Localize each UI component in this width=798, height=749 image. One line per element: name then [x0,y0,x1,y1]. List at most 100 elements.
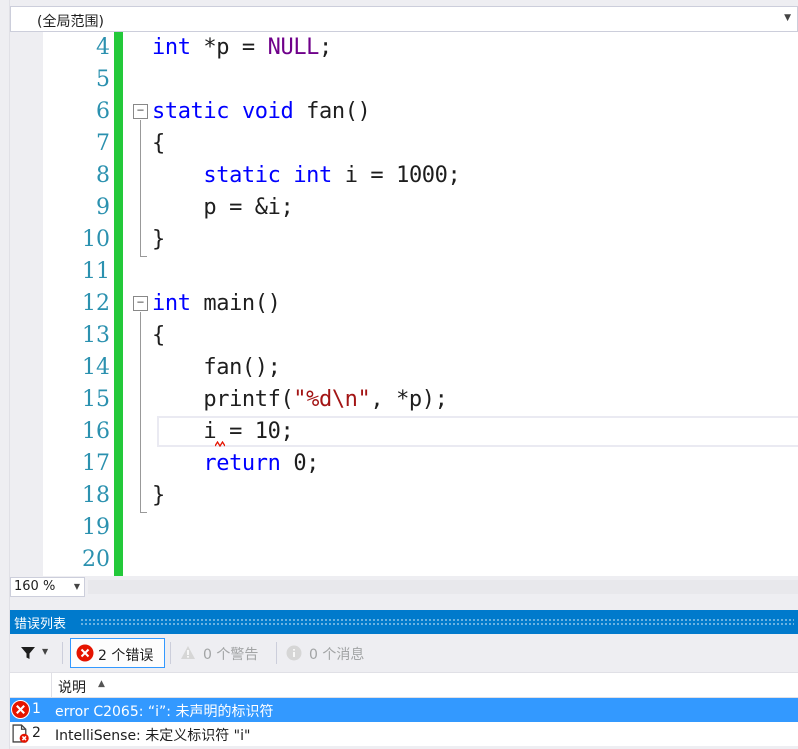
code-line[interactable]: } [152,224,165,256]
error-list-row[interactable]: 1 error C2065: “i”: 未声明的标识符 [10,698,798,722]
code-line[interactable]: { [152,128,165,160]
panel-title: 错误列表 [14,617,67,632]
scope-value: (全局范围) [37,14,104,30]
code-line[interactable]: } [152,480,165,512]
code-token-kw: static [152,99,230,124]
chevron-down-icon[interactable]: ▼ [74,582,80,591]
warnings-count-label: 0 个警告 [203,647,259,663]
fold-guide-end [140,256,147,257]
code-editor[interactable]: 4 5 6 7 8 9 10 11 12 13 14 15 16 17 18 19 20 − − int *p … [10,32,798,576]
collapse-main-icon[interactable]: − [133,296,148,311]
line-number: 9 [96,195,110,220]
code-token: { [152,323,165,348]
row-description: error C2065: “i”: 未声明的标识符 [55,704,274,720]
code-token: , *p); [370,387,448,412]
code-line[interactable]: int main() [152,288,281,320]
collapse-fan-icon[interactable]: − [133,104,148,119]
code-token: *p = [190,35,268,60]
code-line[interactable]: i = 10; [152,416,293,448]
chevron-down-icon[interactable]: ▼ [784,13,791,23]
header-index-column[interactable] [10,673,52,697]
line-number: 7 [96,131,110,156]
errors-count-label: 2 个错误 [98,648,154,664]
errors-filter-button[interactable]: 2 个错误 [70,638,165,668]
code-token: 0; [280,451,320,476]
code-token: fan(); [152,355,281,380]
code-token-kw: int [152,291,191,316]
line-number: 19 [82,515,110,540]
error-list-title-bar[interactable]: 错误列表 [10,610,798,634]
code-token: fan() [293,99,371,124]
code-line[interactable]: printf("%d\n", *p); [152,384,447,416]
code-area[interactable]: − − int *p = NULL; static void fan() { sta… [123,32,798,576]
chevron-down-icon[interactable]: ▼ [42,647,48,656]
code-token: printf( [152,387,294,412]
code-line[interactable]: fan(); [152,352,280,384]
line-number: 15 [82,387,110,412]
line-number: 13 [82,323,110,348]
row-number: 2 [32,725,41,741]
fold-guide-line [140,120,141,256]
glyph-margin[interactable] [10,32,43,576]
fold-guide-line [140,312,141,512]
line-number: 8 [96,163,110,188]
messages-filter-button[interactable]: 0 个消息 [282,638,382,668]
title-grip [80,618,794,626]
code-line[interactable]: static int i = 1000; [152,160,460,192]
code-token: { [152,131,165,156]
code-token-kw: int [293,163,332,188]
left-edge-strip [0,0,10,749]
filter-button[interactable]: ▼ [16,642,54,664]
horizontal-scrollbar[interactable] [88,580,798,594]
line-number: 20 [82,547,110,572]
error-list-header: 说明 ▲ [10,672,798,698]
intellisense-error-icon [12,724,29,743]
code-token-kw: int [152,35,191,60]
warning-icon [181,646,195,659]
zoom-value: 160 % [14,579,56,594]
line-number: 16 [82,419,110,444]
error-list-row[interactable]: 2 IntelliSense: 未定义标识符 "i" [10,722,798,746]
column-header-description[interactable]: 说明 [58,677,86,697]
error-icon [11,700,30,719]
code-token-kw: return [203,451,281,476]
code-token: p = &i; [152,195,294,220]
line-number: 10 [82,227,110,252]
filter-icon [21,647,35,659]
code-token: } [152,483,165,508]
code-token-mac: NULL [267,35,320,60]
error-list-toolbar: ▼ 2 个错误 0 个警告 0 个消息 [10,634,798,672]
line-number-gutter: 4 5 6 7 8 9 10 11 12 13 14 15 16 17 18 19 20 [43,32,110,576]
toolbar-separator [276,642,277,664]
change-tracking-bar [114,32,123,576]
info-icon [286,645,302,661]
code-line[interactable]: return 0; [152,448,319,480]
code-line[interactable]: p = &i; [152,192,293,224]
code-line[interactable]: int *p = NULL; [152,32,332,64]
line-number: 17 [82,451,110,476]
code-token-kw: static [203,163,281,188]
error-icon [76,644,94,662]
line-number: 6 [96,99,110,124]
code-line[interactable]: { [152,320,165,352]
row-number: 1 [32,701,41,717]
fold-guide-end [140,512,147,513]
panel-splitter[interactable] [10,598,798,610]
code-token: ; [319,35,332,60]
code-token-str: "%d\n" [293,387,371,412]
line-number: 11 [82,259,110,284]
sort-ascending-icon[interactable]: ▲ [98,679,105,689]
code-token-kw: void [241,99,294,124]
code-token: main() [190,291,281,316]
zoom-dropdown[interactable]: 160 % ▼ [10,577,85,597]
code-token: i = 1000; [331,163,461,188]
line-number: 14 [82,355,110,380]
editor-status-bar: 160 % ▼ [10,576,798,598]
scope-dropdown[interactable]: (全局范围) ▼ [10,6,798,32]
code-line[interactable]: static void fan() [152,96,371,128]
warnings-filter-button[interactable]: 0 个警告 [176,638,272,668]
